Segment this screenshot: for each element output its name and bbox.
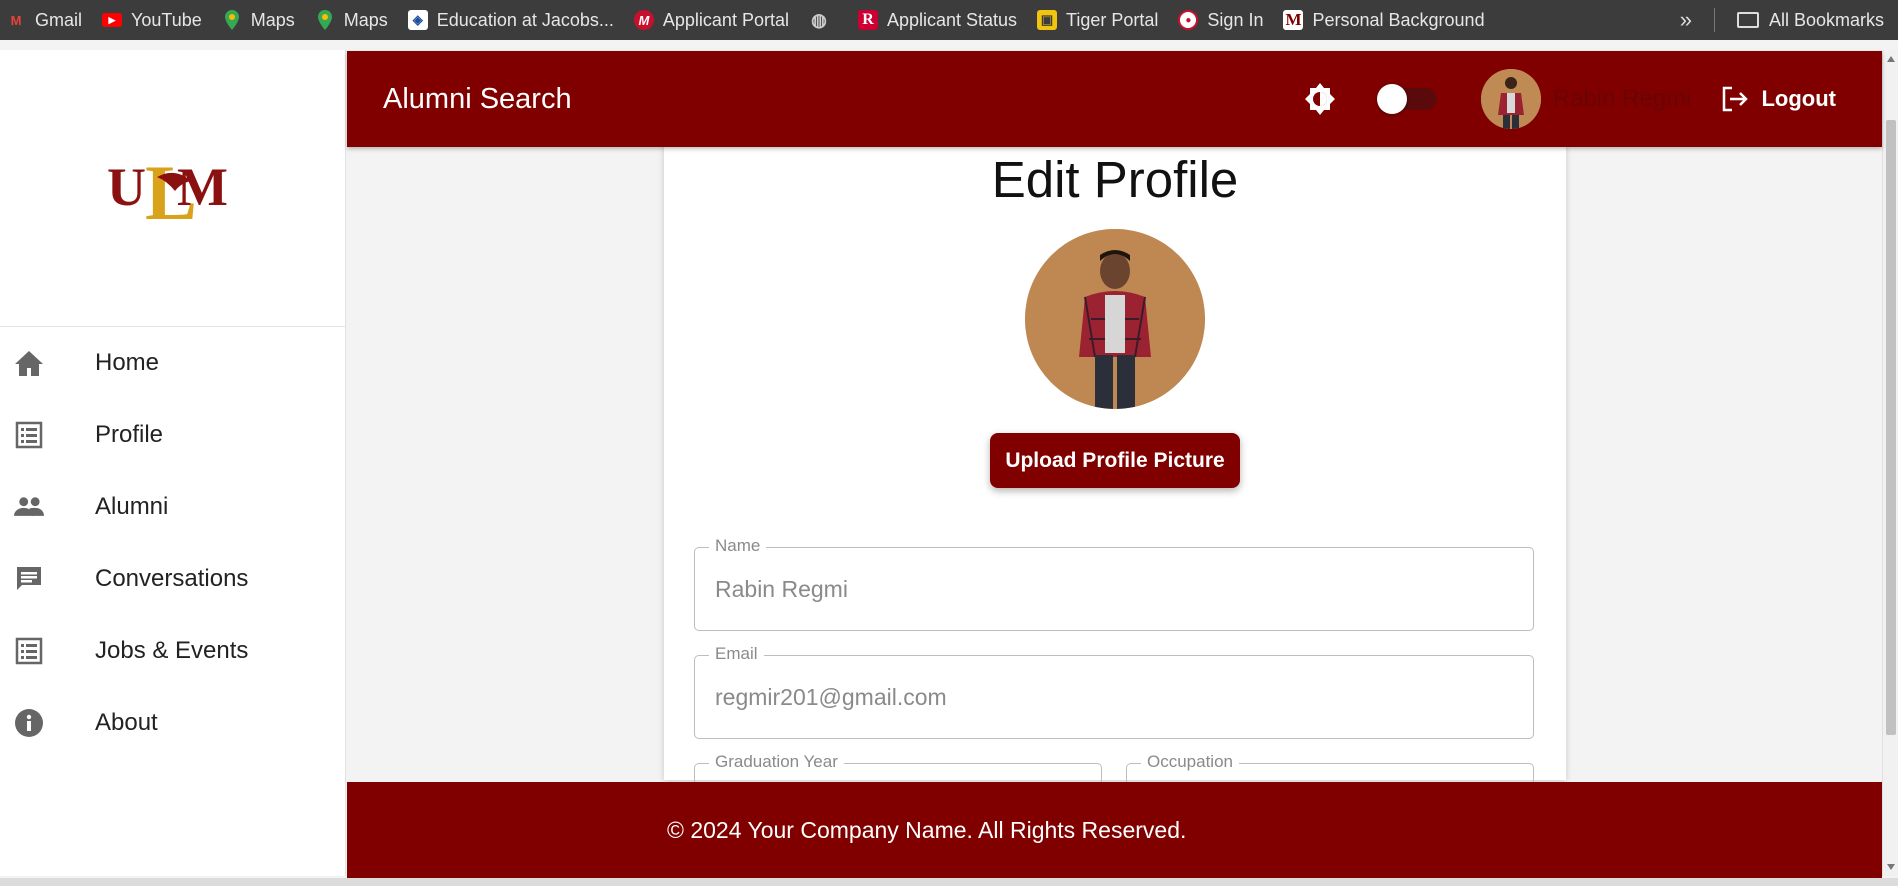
- list-icon: [14, 420, 44, 450]
- bookmark-youtube[interactable]: ▶ YouTube: [102, 10, 202, 31]
- sidebar-item-label: Profile: [95, 421, 164, 448]
- bookmark-education[interactable]: ◈ Education at Jacobs...: [407, 10, 614, 31]
- horizontal-scrollbar[interactable]: [0, 878, 1898, 886]
- gmail-icon: M: [10, 12, 22, 28]
- logout-button[interactable]: Logout: [1721, 86, 1836, 112]
- shield-icon: ◈: [407, 10, 428, 30]
- all-bookmarks-button[interactable]: All Bookmarks: [1769, 10, 1884, 31]
- footer: © 2024 Your Company Name. All Rights Res…: [347, 782, 1882, 878]
- avatar[interactable]: [1480, 69, 1541, 129]
- scrollbar-thumb[interactable]: [1886, 120, 1896, 735]
- sidebar-item-about[interactable]: About: [0, 687, 345, 759]
- copyright-text: © 2024 Your Company Name. All Rights Res…: [667, 817, 1187, 843]
- occupation-field-label: Occupation: [1141, 752, 1239, 772]
- user-name[interactable]: Rabin Regmi: [1553, 85, 1692, 113]
- sidebar: U L M Home Profile Alumni Conversations …: [0, 50, 346, 876]
- logout-icon: [1723, 86, 1749, 112]
- maps-icon: [315, 10, 335, 30]
- svg-text:M: M: [177, 157, 227, 217]
- bookmarks-bar: M Gmail ▶ YouTube Maps Maps ◈ Education …: [0, 0, 1898, 40]
- sidebar-item-alumni[interactable]: Alumni: [0, 471, 345, 543]
- email-input[interactable]: [695, 656, 1533, 738]
- folder-icon: [1736, 12, 1759, 28]
- bookmark-maps[interactable]: Maps: [222, 10, 295, 31]
- bookmark-maps[interactable]: Maps: [315, 10, 388, 31]
- name-input[interactable]: [695, 548, 1533, 630]
- sidebar-item-profile[interactable]: Profile: [0, 399, 345, 471]
- bookmark-applicant-portal[interactable]: M Applicant Portal: [633, 10, 789, 31]
- profile-picture: [1025, 229, 1205, 409]
- upload-profile-picture-button[interactable]: Upload Profile Picture: [990, 433, 1240, 488]
- sidebar-nav: Home Profile Alumni Conversations Jobs &…: [0, 327, 345, 759]
- email-field-label: Email: [709, 644, 764, 664]
- ulm-logo[interactable]: U L M: [105, 137, 229, 240]
- name-field-label: Name: [709, 536, 767, 556]
- graduation-year-field-label: Graduation Year: [709, 752, 844, 772]
- svg-text:U: U: [107, 157, 145, 217]
- ulm-logo-mark: U L M: [107, 149, 229, 236]
- home-icon: [14, 348, 44, 378]
- sidebar-item-label: Jobs & Events: [95, 637, 249, 664]
- list-icon: [14, 636, 44, 666]
- theme-toggle[interactable]: [1376, 84, 1437, 114]
- bookmark-gmail[interactable]: M Gmail: [6, 10, 82, 31]
- brightness-icon[interactable]: [1303, 82, 1337, 116]
- tiger-icon: ▣: [1037, 10, 1058, 30]
- sidebar-item-label: Alumni: [95, 493, 169, 520]
- app-title: Alumni Search: [383, 82, 572, 115]
- sidebar-item-label: Home: [95, 349, 160, 376]
- m-logo-icon: M: [1283, 10, 1304, 30]
- divider: [1713, 8, 1715, 32]
- sidebar-item-conversations[interactable]: Conversations: [0, 543, 345, 615]
- applicant-portal-icon: M: [633, 10, 654, 30]
- header-actions: Rabin Regmi Logout: [1303, 51, 1882, 147]
- youtube-icon: ▶: [102, 13, 123, 27]
- globe-icon: ◍: [811, 9, 827, 30]
- name-field: Name: [694, 536, 1534, 631]
- logout-label: Logout: [1761, 86, 1836, 111]
- toggle-knob: [1376, 84, 1407, 114]
- bookmark-sign-in[interactable]: ● Sign In: [1178, 10, 1263, 31]
- sidebar-item-jobs-events[interactable]: Jobs & Events: [0, 615, 345, 687]
- bookmark-tiger-portal[interactable]: ▣ Tiger Portal: [1037, 10, 1158, 31]
- maps-icon: [222, 10, 242, 30]
- sidebar-item-label: About: [95, 709, 158, 736]
- chat-icon: [14, 564, 44, 594]
- edit-profile-card: Edit Profile Upload Profile Picture Name…: [664, 140, 1566, 847]
- scroll-down-arrow-icon[interactable]: [1887, 864, 1895, 870]
- r-logo-icon: R: [857, 10, 878, 30]
- chevron-double-right-icon[interactable]: »: [1680, 7, 1692, 33]
- people-icon: [14, 492, 44, 522]
- page-title: Edit Profile: [991, 151, 1239, 208]
- bookmark-applicant-status[interactable]: R Applicant Status: [857, 10, 1017, 31]
- sidebar-item-label: Conversations: [95, 565, 249, 592]
- logo-area: U L M: [0, 50, 345, 327]
- bookmarks-right: » All Bookmarks: [1680, 0, 1884, 40]
- app-header: Alumni Search Rabin Regmi Logout: [347, 51, 1882, 147]
- bookmark-globe[interactable]: ◍: [809, 10, 838, 30]
- page-scrollbar[interactable]: [1882, 50, 1898, 876]
- email-field: Email: [694, 644, 1534, 739]
- sidebar-item-home[interactable]: Home: [0, 327, 345, 399]
- info-icon: [14, 708, 44, 738]
- seal-icon: ●: [1178, 10, 1199, 30]
- scroll-up-arrow-icon[interactable]: [1887, 56, 1895, 62]
- bookmark-personal-background[interactable]: M Personal Background: [1283, 10, 1485, 31]
